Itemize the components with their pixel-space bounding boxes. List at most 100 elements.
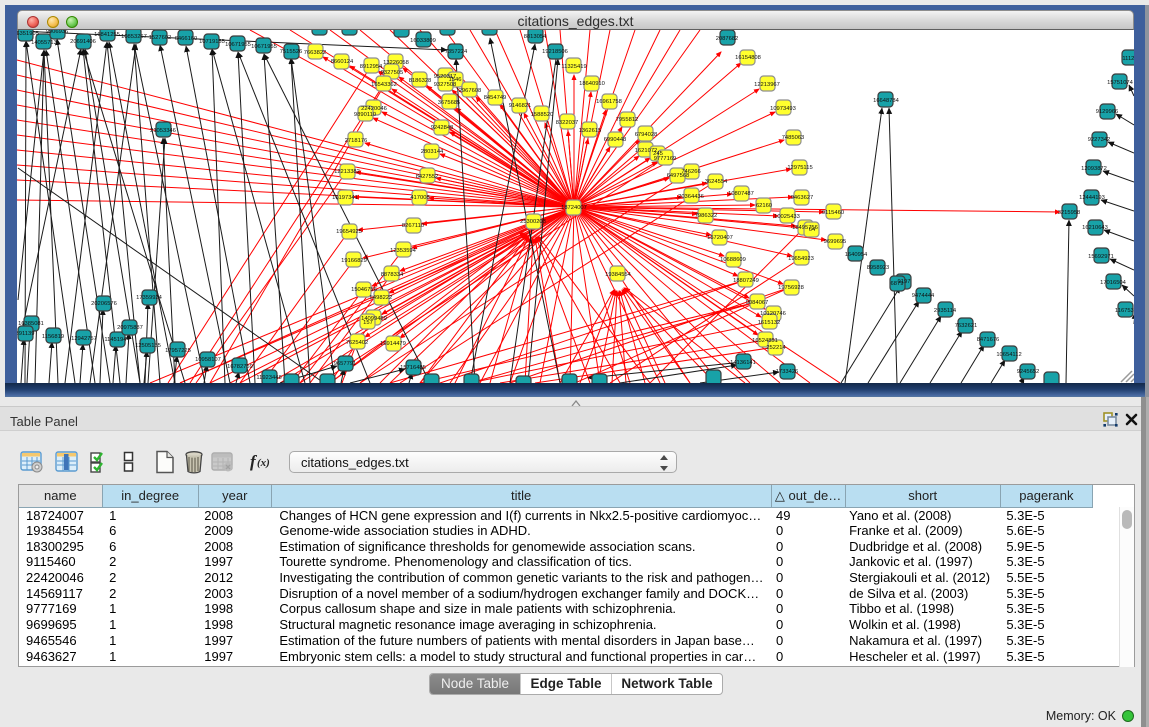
svg-text:8958923: 8958923 [867, 265, 890, 271]
svg-text:18724007: 18724007 [561, 205, 587, 211]
svg-text:19218506: 19218506 [542, 49, 568, 55]
svg-text:417008: 417008 [410, 195, 429, 201]
svg-text:19654923: 19654923 [788, 256, 814, 262]
svg-text:16033809: 16033809 [410, 38, 436, 44]
svg-text:12093872: 12093872 [1081, 166, 1107, 172]
svg-text:6879: 6879 [891, 281, 904, 287]
svg-text:12213967: 12213967 [754, 82, 780, 88]
svg-text:1362615: 1362615 [579, 128, 602, 134]
svg-text:2087682: 2087682 [716, 36, 739, 42]
svg-text:16648784: 16648784 [873, 98, 900, 104]
svg-text:9227342: 9227342 [1088, 137, 1111, 143]
svg-text:16210643: 16210643 [1082, 225, 1108, 231]
svg-text:11923448: 11923448 [256, 375, 281, 381]
svg-text:20206576: 20206576 [91, 301, 117, 307]
svg-text:64: 64 [809, 227, 816, 233]
svg-text:9129966: 9129966 [1096, 109, 1119, 115]
svg-text:7625402: 7625402 [346, 340, 369, 346]
svg-text:9146821: 9146821 [509, 103, 532, 109]
svg-text:2967608: 2967608 [459, 88, 482, 94]
svg-text:15720407: 15720407 [707, 235, 733, 241]
svg-text:16543362: 16543362 [371, 82, 397, 88]
svg-text:19756928: 19756928 [778, 285, 804, 291]
svg-text:8878334: 8878334 [381, 272, 404, 278]
svg-text:1615132: 1615132 [758, 320, 781, 326]
svg-text:1167533: 1167533 [1115, 308, 1134, 314]
svg-text:12505135: 12505135 [135, 343, 161, 349]
svg-text:10973493: 10973493 [770, 106, 796, 112]
svg-text:3215958: 3215958 [1058, 210, 1081, 216]
svg-text:8660124: 8660124 [331, 59, 354, 65]
svg-text:9463627: 9463627 [791, 195, 814, 201]
svg-text:9084067: 9084067 [746, 300, 769, 306]
svg-text:62160: 62160 [756, 203, 772, 209]
svg-text:(x): (x) [257, 457, 270, 469]
svg-text:5498222: 5498222 [370, 295, 393, 301]
svg-text:10025433: 10025433 [774, 214, 800, 220]
svg-text:9115460: 9115460 [822, 210, 844, 216]
svg-text:9657791: 9657791 [334, 361, 357, 367]
svg-text:18807249: 18807249 [733, 278, 759, 284]
svg-text:16782759: 16782759 [227, 364, 253, 370]
svg-text:16197341: 16197341 [332, 195, 358, 201]
svg-text:14055713: 14055713 [31, 40, 57, 46]
svg-text:20975887: 20975887 [117, 325, 143, 331]
svg-text:13226058: 13226058 [383, 60, 409, 66]
svg-text:9699695: 9699695 [824, 239, 847, 245]
svg-text:7986322: 7986322 [695, 213, 718, 219]
svg-text:8322037: 8322037 [556, 120, 579, 126]
svg-text:2803144: 2803144 [421, 149, 444, 155]
svg-text:1733426: 1733426 [776, 369, 799, 375]
svg-text:11124: 11124 [1122, 56, 1134, 62]
svg-text:10120746: 10120746 [760, 311, 786, 317]
svg-text:15046756: 15046756 [351, 287, 377, 293]
svg-text:10853267: 10853267 [121, 34, 147, 40]
svg-text:16524851: 16524851 [752, 338, 778, 344]
svg-text:12942757: 12942757 [71, 336, 97, 342]
svg-text:12975115: 12975115 [787, 165, 812, 171]
svg-text:1640954: 1640954 [845, 252, 868, 258]
svg-text:6497568: 6497568 [667, 173, 690, 179]
svg-text:2935114: 2935114 [934, 308, 957, 314]
svg-text:20691406: 20691406 [70, 39, 96, 45]
svg-text:7955812: 7955812 [616, 117, 639, 123]
svg-text:17957225: 17957225 [165, 348, 191, 354]
svg-text:9327508: 9327508 [434, 82, 457, 88]
svg-text:10807487: 10807487 [728, 191, 754, 197]
svg-text:9777169: 9777169 [654, 156, 677, 162]
svg-text:8912954: 8912954 [360, 64, 383, 70]
svg-text:7515526: 7515526 [280, 49, 303, 55]
svg-text:21053346: 21053346 [150, 128, 176, 134]
svg-text:16351905: 16351905 [17, 31, 39, 37]
svg-text:25300203: 25300203 [520, 219, 546, 225]
svg-text:15716485: 15716485 [400, 365, 426, 371]
svg-text:8454749: 8454749 [484, 95, 507, 101]
svg-text:16154808: 16154808 [735, 55, 761, 61]
svg-text:19384554: 19384554 [605, 272, 632, 278]
svg-text:10654112: 10654112 [996, 352, 1021, 358]
svg-text:9327505: 9327505 [381, 70, 404, 76]
svg-text:8471676: 8471676 [977, 337, 1000, 343]
svg-text:15692971: 15692971 [1088, 254, 1114, 260]
svg-text:7632621: 7632621 [955, 323, 978, 329]
svg-text:157: 157 [363, 320, 373, 326]
svg-text:16385081: 16385081 [18, 321, 44, 327]
svg-text:1588520: 1588520 [531, 112, 554, 118]
svg-text:8813054: 8813054 [524, 34, 547, 40]
svg-text:391139: 391139 [17, 331, 34, 337]
svg-text:8267110: 8267110 [402, 223, 424, 229]
svg-text:10958107: 10958107 [195, 357, 221, 363]
svg-text:7485063: 7485063 [782, 135, 805, 141]
svg-text:3675685: 3675685 [438, 100, 461, 106]
svg-text:15751074: 15751074 [1107, 80, 1134, 86]
svg-text:6990448: 6990448 [604, 137, 627, 143]
svg-text:14136141: 14136141 [730, 360, 756, 366]
svg-text:12353594: 12353594 [390, 248, 417, 254]
svg-text:16914479: 16914479 [380, 341, 406, 347]
svg-text:9890110: 9890110 [354, 112, 376, 118]
svg-text:19654925: 19654925 [336, 229, 362, 235]
svg-text:8427552: 8427552 [416, 174, 439, 180]
svg-text:8186328: 8186328 [409, 78, 432, 84]
svg-text:10671955: 10671955 [251, 44, 277, 50]
svg-text:1527602: 1527602 [149, 35, 172, 41]
